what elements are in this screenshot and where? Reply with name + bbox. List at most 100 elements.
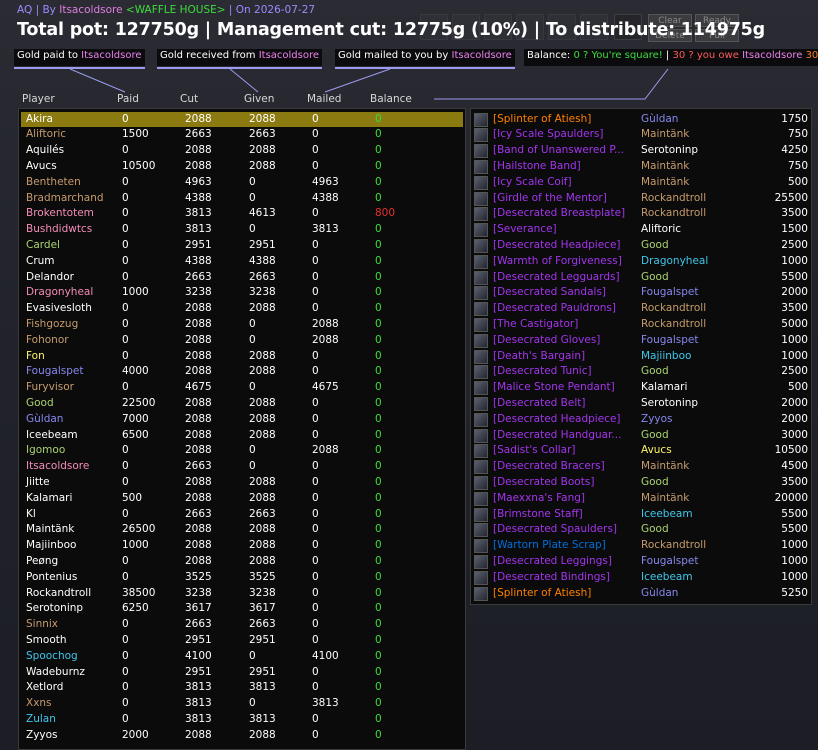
table-row[interactable]: Aliftoric 1500 2663 2663 0 0 [21, 127, 463, 143]
helm-icon[interactable] [474, 412, 488, 427]
item-link[interactable]: [Desecrated Legguards] [493, 270, 620, 286]
staff-icon[interactable] [474, 112, 488, 127]
table-row[interactable]: Wadeburnz 0 2951 2951 0 0 [21, 665, 463, 681]
item-link[interactable]: [Severance] [493, 222, 557, 238]
belt-icon[interactable] [474, 191, 488, 206]
list-item[interactable]: [Desecrated Bindings] Iceebeam 1000 [474, 570, 808, 586]
legs-icon[interactable] [474, 270, 488, 285]
shoulder-icon[interactable] [474, 128, 488, 143]
list-item[interactable]: [Desecrated Breastplate] Rockandtroll 3500 [474, 206, 808, 222]
boots-icon[interactable] [474, 475, 488, 490]
list-item[interactable]: [Splinter of Atiesh] Gùldan 5250 [474, 586, 808, 602]
table-row[interactable]: Xxns 0 3813 0 3813 0 [21, 696, 463, 712]
table-row[interactable]: Sinnix 0 2663 2663 0 0 [21, 617, 463, 633]
list-item[interactable]: [Brimstone Staff] Iceebeam 5500 [474, 507, 808, 523]
table-row[interactable]: Bradmarchand 0 4388 0 4388 0 [21, 191, 463, 207]
table-row[interactable]: Evasivesloth 0 2088 2088 0 0 [21, 301, 463, 317]
item-link[interactable]: [Splinter of Atiesh] [493, 112, 591, 128]
item-link[interactable]: [Brimstone Staff] [493, 507, 583, 523]
col-header-balance[interactable]: Balance [370, 93, 412, 105]
item-link[interactable]: [Desecrated Sandals] [493, 285, 606, 301]
helm-icon[interactable] [474, 238, 488, 253]
table-row[interactable]: Serotoninp 6250 3617 3617 0 0 [21, 601, 463, 617]
col-header-given[interactable]: Given [244, 93, 274, 105]
list-item[interactable]: [Desecrated Boots] Good 3500 [474, 475, 808, 491]
shield-icon[interactable] [474, 349, 488, 364]
item-link[interactable]: [Desecrated Handguar... [493, 428, 621, 444]
table-row[interactable]: Crum 0 4388 4388 0 0 [21, 254, 463, 270]
list-item[interactable]: [Icy Scale Spaulders] Maintänk 750 [474, 127, 808, 143]
item-link[interactable]: [Desecrated Spaulders] [493, 522, 617, 538]
col-header-player[interactable]: Player [22, 93, 55, 105]
item-link[interactable]: [Wartorn Plate Scrap] [493, 538, 606, 554]
list-item[interactable]: [The Castigator] Rockandtroll 5000 [474, 317, 808, 333]
item-link[interactable]: [Splinter of Atiesh] [493, 586, 591, 602]
item-link[interactable]: [Desecrated Headpiece] [493, 412, 621, 428]
item-link[interactable]: [Warmth of Forgiveness] [493, 254, 622, 270]
ring-icon[interactable] [474, 159, 488, 174]
table-row[interactable]: Fon 0 2088 2088 0 0 [21, 349, 463, 365]
list-item[interactable]: [Maexxna's Fang] Maintänk 20000 [474, 491, 808, 507]
table-row[interactable]: Cardel 0 2951 2951 0 0 [21, 238, 463, 254]
list-item[interactable]: [Desecrated Handguar... Good 3000 [474, 428, 808, 444]
list-item[interactable]: [Band of Unanswered P... Serotoninp 4250 [474, 143, 808, 159]
table-row[interactable]: Peøng 0 2088 2088 0 0 [21, 554, 463, 570]
table-row[interactable]: Avucs 10500 2088 2088 0 0 [21, 159, 463, 175]
list-item[interactable]: [Desecrated Leggings] Fougalspet 1000 [474, 554, 808, 570]
shoulder-icon[interactable] [474, 302, 488, 317]
list-item[interactable]: [Desecrated Headpiece] Zyyos 2000 [474, 412, 808, 428]
table-row[interactable]: Aquilés 0 2088 2088 0 0 [21, 143, 463, 159]
trinket-icon[interactable] [474, 254, 488, 269]
item-link[interactable]: [Hailstone Band] [493, 159, 581, 175]
axe-icon[interactable] [474, 223, 488, 238]
item-link[interactable]: [Girdle of the Mentor] [493, 191, 607, 207]
necklace-icon[interactable] [474, 381, 488, 396]
list-item[interactable]: [Death's Bargain] Majiinboo 1000 [474, 349, 808, 365]
list-item[interactable]: [Wartorn Plate Scrap] Rockandtroll 1000 [474, 538, 808, 554]
staff-icon[interactable] [474, 586, 488, 601]
legs-icon[interactable] [474, 554, 488, 569]
item-link[interactable]: [Band of Unanswered P... [493, 143, 624, 159]
col-header-mailed[interactable]: Mailed [307, 93, 341, 105]
list-item[interactable]: [Girdle of the Mentor] Rockandtroll 25500 [474, 191, 808, 207]
item-link[interactable]: [Desecrated Boots] [493, 475, 594, 491]
table-row[interactable]: Brokentotem 0 3813 4613 0 800 [21, 206, 463, 222]
list-item[interactable]: [Warmth of Forgiveness] Dragonyheal 1000 [474, 254, 808, 270]
table-row[interactable]: Xetlord 0 3813 3813 0 0 [21, 680, 463, 696]
list-item[interactable]: [Desecrated Bracers] Maintänk 4500 [474, 459, 808, 475]
boots-icon[interactable] [474, 286, 488, 301]
sword-icon[interactable] [474, 317, 488, 332]
table-row[interactable]: Zyyos 2000 2088 2088 0 0 [21, 728, 463, 744]
item-link[interactable]: [Desecrated Bracers] [493, 459, 605, 475]
item-link[interactable]: [Sadist's Collar] [493, 443, 576, 459]
item-link[interactable]: [The Castigator] [493, 317, 578, 333]
item-link[interactable]: [Maexxna's Fang] [493, 491, 585, 507]
item-link[interactable]: [Desecrated Breastplate] [493, 206, 625, 222]
table-row[interactable]: Iceebeam 6500 2088 2088 0 0 [21, 428, 463, 444]
staff-icon[interactable] [474, 507, 488, 522]
table-row[interactable]: Delandor 0 2663 2663 0 0 [21, 270, 463, 286]
list-item[interactable]: [Desecrated Headpiece] Good 2500 [474, 238, 808, 254]
list-item[interactable]: [Splinter of Atiesh] Gùldan 1750 [474, 112, 808, 128]
shoulder-icon[interactable] [474, 523, 488, 538]
helm-icon[interactable] [474, 175, 488, 190]
table-row[interactable]: Good 22500 2088 2088 0 0 [21, 396, 463, 412]
table-row[interactable]: Bentheten 0 4963 0 4963 0 [21, 175, 463, 191]
belt-icon[interactable] [474, 396, 488, 411]
item-link[interactable]: [Desecrated Belt] [493, 396, 585, 412]
table-row[interactable]: Pontenius 0 3525 3525 0 0 [21, 570, 463, 586]
gloves-icon[interactable] [474, 333, 488, 348]
item-link[interactable]: [Desecrated Leggings] [493, 554, 612, 570]
table-row[interactable]: Kl 0 2663 2663 0 0 [21, 507, 463, 523]
list-item[interactable]: [Icy Scale Coif] Maintänk 500 [474, 175, 808, 191]
list-item[interactable]: [Malice Stone Pendant] Kalamari 500 [474, 380, 808, 396]
ring-icon[interactable] [474, 144, 488, 159]
item-link[interactable]: [Malice Stone Pendant] [493, 380, 615, 396]
gloves-icon[interactable] [474, 428, 488, 443]
table-row[interactable]: Maintänk 26500 2088 2088 0 0 [21, 522, 463, 538]
item-link[interactable]: [Death's Bargain] [493, 349, 585, 365]
table-row[interactable]: Akira 0 2088 2088 0 0 [21, 111, 463, 128]
table-row[interactable]: Bushdidwtcs 0 3813 0 3813 0 [21, 222, 463, 238]
table-row[interactable]: Majiinboo 1000 2088 2088 0 0 [21, 538, 463, 554]
list-item[interactable]: [Severance] Aliftoric 1500 [474, 222, 808, 238]
